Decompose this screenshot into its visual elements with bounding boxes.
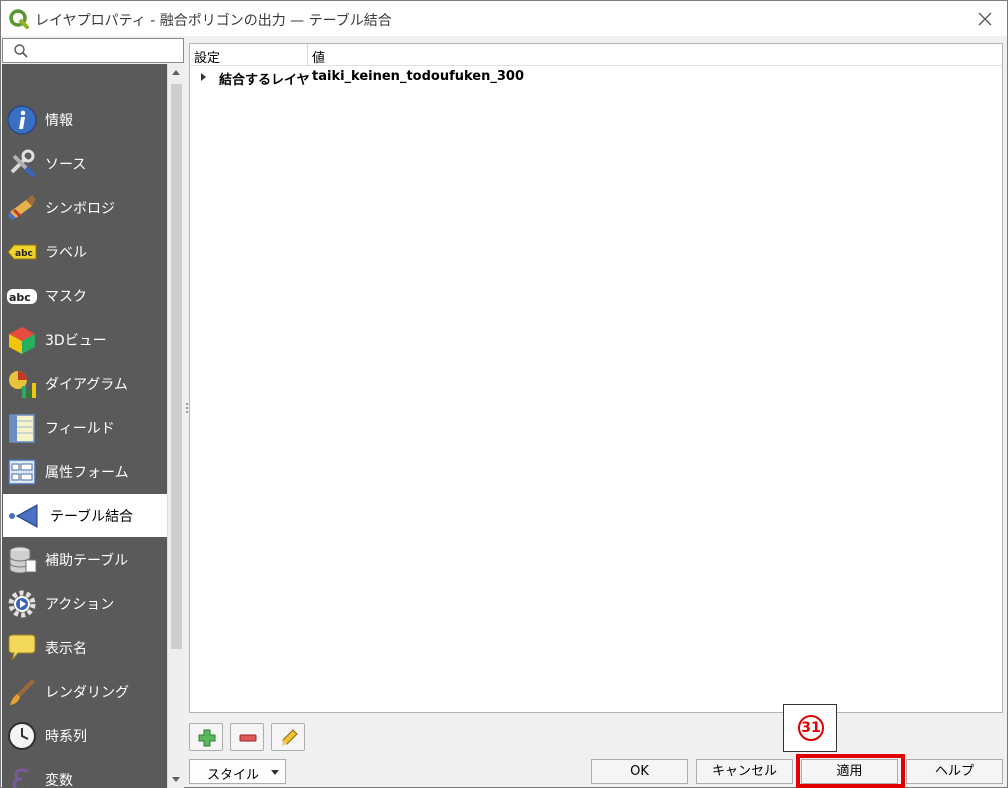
sidebar-item-labels[interactable]: abc ラベル — [2, 230, 167, 273]
layer-properties-dialog: レイヤプロパティ - 融合ポリゴンの出力 — テーブル結合 情報 ソース シンボ… — [0, 0, 1008, 788]
sidebar-item-fields[interactable]: フィールド — [2, 406, 167, 449]
sidebar-search-input[interactable] — [2, 38, 184, 63]
sidebar-item-info[interactable]: 情報 — [2, 98, 167, 141]
attribute-form-icon — [8, 459, 36, 485]
step-number: 31 — [798, 715, 824, 741]
sidebar-item-mask[interactable]: abc マスク — [2, 274, 167, 317]
table-row[interactable]: 結合するレイヤ taiki_keinen_todoufuken_300 — [190, 67, 1002, 88]
apply-highlight-box — [796, 754, 905, 788]
svg-text:abc: abc — [15, 249, 33, 259]
add-join-button[interactable] — [189, 723, 223, 751]
column-divider — [307, 44, 308, 66]
sidebar-item-display[interactable]: 表示名 — [2, 626, 167, 669]
sidebar-item-auxiliary-storage[interactable]: 補助テーブル — [2, 538, 167, 581]
ok-button[interactable]: OK — [591, 759, 688, 784]
sidebar-item-joins[interactable]: テーブル結合 — [3, 494, 167, 537]
sidebar-item-actions[interactable]: アクション — [2, 582, 167, 625]
chevron-down-icon — [271, 770, 279, 775]
edit-join-button[interactable] — [271, 723, 305, 751]
column-header-setting[interactable]: 設定 — [194, 47, 220, 66]
sidebar-item-variables[interactable]: 変数 — [2, 758, 167, 788]
title-bar: レイヤプロパティ - 融合ポリゴンの出力 — テーブル結合 — [1, 1, 1007, 36]
pencil-icon — [282, 729, 298, 746]
row-setting-cell: 結合するレイヤ — [219, 73, 310, 88]
auxiliary-storage-icon — [9, 546, 37, 574]
plus-icon — [198, 729, 216, 747]
style-dropdown-button[interactable]: スタイル — [189, 759, 286, 784]
sidebar: 情報 ソース シンボロジ abc ラベル abc マスク 3Dビュー ダイアグラ… — [1, 37, 185, 788]
fields-icon — [9, 414, 35, 443]
rendering-brush-icon — [10, 679, 35, 705]
remove-join-button[interactable] — [230, 723, 264, 751]
tree-header: 設定 値 — [190, 44, 1002, 66]
row-value-cell: taiki_keinen_todoufuken_300 — [312, 69, 524, 84]
scroll-down-icon[interactable] — [172, 777, 180, 782]
sidebar-scrollbar[interactable] — [167, 64, 184, 788]
source-tools-icon — [10, 149, 36, 178]
sidebar-item-symbology[interactable]: シンボロジ — [2, 186, 167, 229]
sidebar-item-3d-view[interactable]: 3Dビュー — [2, 318, 167, 361]
qgis-logo-icon — [9, 9, 29, 29]
cancel-button[interactable]: キャンセル — [696, 759, 793, 784]
sidebar-item-source[interactable]: ソース — [2, 142, 167, 185]
sidebar-item-rendering[interactable]: レンダリング — [2, 670, 167, 713]
display-speech-bubble-icon — [8, 634, 36, 661]
help-button[interactable]: ヘルプ — [906, 759, 1003, 784]
sidebar-nav-list: 情報 ソース シンボロジ abc ラベル abc マスク 3Dビュー ダイアグラ… — [2, 64, 167, 788]
style-label: スタイル — [207, 768, 260, 783]
joins-tree: 設定 値 結合するレイヤ taiki_keinen_todoufuken_300 — [189, 43, 1003, 713]
window-title: レイヤプロパティ - 融合ポリゴンの出力 — テーブル結合 — [35, 13, 392, 29]
actions-gear-icon — [8, 590, 36, 618]
column-header-value[interactable]: 値 — [312, 47, 325, 66]
step-callout: 31 — [783, 704, 837, 752]
scrollbar-thumb[interactable] — [171, 84, 182, 649]
sidebar-item-diagrams[interactable]: ダイアグラム — [2, 362, 167, 405]
variables-epsilon-icon — [12, 768, 29, 788]
info-icon — [7, 105, 37, 135]
minus-icon — [239, 734, 257, 742]
expand-arrow-icon[interactable] — [201, 73, 206, 81]
svg-text:abc: abc — [9, 291, 31, 304]
diagram-icon — [9, 371, 36, 398]
sidebar-item-attribute-form[interactable]: 属性フォーム — [2, 450, 167, 493]
scroll-up-icon[interactable] — [172, 70, 180, 75]
temporal-clock-icon — [8, 722, 36, 750]
close-icon[interactable] — [973, 7, 997, 31]
labels-abc-icon: abc — [7, 244, 37, 260]
mask-abc-icon: abc — [7, 289, 37, 304]
joins-icon — [9, 504, 38, 528]
search-icon — [14, 44, 28, 58]
symbology-brush-icon — [8, 195, 36, 220]
sidebar-item-temporal[interactable]: 時系列 — [2, 714, 167, 757]
3d-cube-icon — [9, 327, 35, 354]
